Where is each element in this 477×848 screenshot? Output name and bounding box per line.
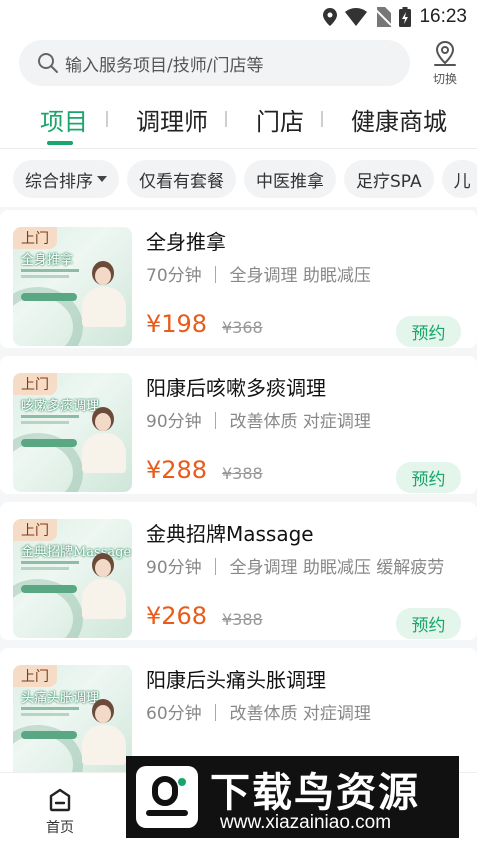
- tab-health-mall[interactable]: 健康商城: [351, 102, 447, 142]
- service-desc: 70分钟 ｜ 全身调理 助眠减压: [146, 266, 371, 286]
- watermark-title: 下载鸟资源: [210, 770, 420, 816]
- switch-location-button[interactable]: 切换: [424, 40, 466, 88]
- service-desc: 90分钟 ｜ 全身调理 助眠减压 缓解疲劳: [146, 558, 445, 578]
- service-thumbnail: 头痛头胀调理 上门: [13, 665, 132, 784]
- active-tab-indicator: [47, 141, 73, 145]
- filter-chip-foot-spa[interactable]: 足疗SPA: [344, 160, 434, 198]
- search-input[interactable]: 输入服务项目/技师/门店等: [19, 40, 410, 86]
- service-desc: 90分钟 ｜ 改善体质 对症调理: [146, 412, 371, 432]
- original-price: ¥388: [222, 464, 263, 483]
- therapist-image: [80, 403, 126, 473]
- watermark: 下载鸟资源 www.xiazainiao.com: [126, 756, 459, 838]
- home-service-badge: 上门: [13, 227, 57, 249]
- service-card[interactable]: 咳嗽多痰调理 上门 阳康后咳嗽多痰调理 90分钟 ｜ 改善体质 对症调理 ¥28…: [0, 356, 477, 494]
- service-title: 金典招牌Massage: [146, 522, 314, 546]
- no-sim-icon: [375, 7, 392, 27]
- switch-label: 切换: [432, 72, 457, 86]
- filter-label: 综合排序: [25, 171, 93, 192]
- filter-label: 足疗SPA: [356, 171, 422, 192]
- home-service-badge: 上门: [13, 519, 57, 541]
- map-pin-icon: [434, 40, 456, 66]
- service-title: 阳康后咳嗽多痰调理: [146, 376, 326, 400]
- service-card[interactable]: 金典招牌Massage 上门 金典招牌Massage 90分钟 ｜ 全身调理 助…: [0, 502, 477, 640]
- filter-label: 中医推拿: [256, 171, 324, 192]
- therapist-image: [80, 549, 126, 619]
- service-list: 全身推拿 上门 全身推拿 70分钟 ｜ 全身调理 助眠减压 ¥198 ¥368 …: [0, 207, 477, 786]
- wifi-icon: [345, 8, 368, 26]
- original-price: ¥368: [222, 318, 263, 337]
- book-button[interactable]: 预约: [396, 316, 461, 347]
- watermark-url: www.xiazainiao.com: [220, 812, 392, 833]
- location-icon: [323, 8, 338, 26]
- original-price: ¥388: [222, 610, 263, 629]
- filter-bar: 综合排序 仅看有套餐 中医推拿 足疗SPA 儿: [13, 160, 477, 200]
- tab-separator: [106, 111, 108, 127]
- search-placeholder: 输入服务项目/技师/门店等: [65, 55, 264, 76]
- search-icon: [38, 53, 58, 73]
- service-title: 阳康后头痛头胀调理: [146, 668, 326, 692]
- filter-chip-tcm-massage[interactable]: 中医推拿: [244, 160, 336, 198]
- status-bar: 16:23: [0, 0, 477, 34]
- service-thumbnail: 全身推拿 上门: [13, 227, 132, 346]
- caret-down-icon: [97, 176, 107, 182]
- nav-home[interactable]: 首页: [40, 787, 80, 837]
- filter-label: 仅看有套餐: [139, 171, 224, 192]
- nav-home-label: 首页: [46, 820, 74, 836]
- watermark-logo: [136, 766, 198, 828]
- book-button[interactable]: 预约: [396, 608, 461, 639]
- service-card[interactable]: 全身推拿 上门 全身推拿 70分钟 ｜ 全身调理 助眠减压 ¥198 ¥368 …: [0, 210, 477, 348]
- service-thumbnail: 金典招牌Massage 上门: [13, 519, 132, 638]
- category-tabs: 项目 调理师 门店 健康商城: [0, 96, 477, 146]
- filter-sort-dropdown[interactable]: 综合排序: [13, 160, 119, 198]
- filter-label: 儿: [453, 171, 471, 192]
- status-icons: 16:23: [323, 6, 467, 28]
- tab-separator: [321, 111, 323, 127]
- filter-chip-kids[interactable]: 儿: [441, 160, 477, 198]
- service-desc: 60分钟 ｜ 改善体质 对症调理: [146, 704, 371, 724]
- tab-projects[interactable]: 项目: [40, 102, 88, 142]
- divider: [0, 148, 477, 149]
- service-price: ¥198: [146, 310, 208, 338]
- book-button[interactable]: 预约: [396, 462, 461, 493]
- tab-separator: [225, 111, 227, 127]
- service-price: ¥288: [146, 456, 208, 484]
- service-thumbnail: 咳嗽多痰调理 上门: [13, 373, 132, 492]
- home-service-badge: 上门: [13, 373, 57, 395]
- therapist-image: [80, 695, 126, 765]
- home-service-badge: 上门: [13, 665, 57, 687]
- thumbnail-title: 全身推拿: [21, 253, 74, 268]
- service-title: 全身推拿: [146, 230, 226, 254]
- service-price: ¥268: [146, 602, 208, 630]
- therapist-image: [80, 257, 126, 327]
- filter-chip-package-only[interactable]: 仅看有套餐: [127, 160, 236, 198]
- battery-charging-icon: [399, 7, 412, 27]
- home-icon: [49, 788, 71, 812]
- status-time: 16:23: [419, 6, 467, 27]
- tab-stores[interactable]: 门店: [256, 102, 304, 142]
- tab-therapists[interactable]: 调理师: [136, 102, 208, 142]
